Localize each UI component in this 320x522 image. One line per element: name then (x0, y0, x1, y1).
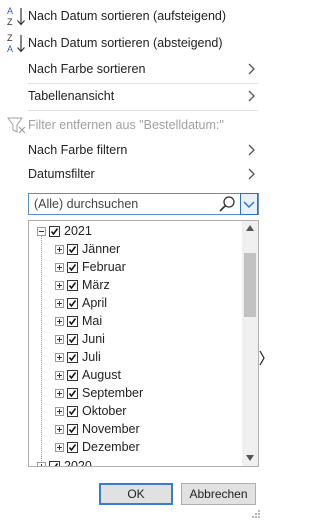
checkbox-checked[interactable] (67, 351, 78, 363)
filter-value-tree[interactable]: 2021 Jänner Februar März April Mai Juni Juli Au… (28, 220, 259, 467)
tree-node-label: Dezember (82, 440, 140, 454)
tree-node-label: Oktober (82, 404, 127, 418)
scroll-up-icon (246, 225, 254, 231)
separator (28, 110, 258, 111)
tree-node-month[interactable]: Februar (55, 258, 126, 276)
sort-descending-label: Nach Datum sortieren (absteigend) (28, 36, 223, 50)
tree-node-month[interactable]: Jänner (55, 240, 120, 258)
tree-node-month[interactable]: März (55, 276, 110, 294)
table-view-label: Tabellenansicht (28, 89, 115, 103)
date-filter-label: Datumsfilter (28, 167, 95, 181)
checkbox-checked[interactable] (67, 441, 78, 453)
expand-icon[interactable] (55, 370, 64, 380)
sort-descending-item[interactable]: Z A Nach Datum sortieren (absteigend) (0, 30, 264, 56)
sort-by-color-label: Nach Farbe sortieren (28, 62, 146, 76)
tree-node-label: August (82, 368, 121, 382)
checkbox-checked[interactable] (67, 261, 78, 273)
chevron-right-icon (246, 143, 256, 157)
expand-icon[interactable] (55, 406, 64, 416)
tree-node-month[interactable]: Juli (55, 348, 101, 366)
svg-text:A: A (7, 6, 13, 16)
svg-text:Z: Z (7, 17, 13, 27)
checkbox-checked[interactable] (67, 423, 78, 435)
sort-descending-icon: Z A (6, 31, 28, 55)
tree-node-month[interactable]: September (55, 384, 143, 402)
checkbox-checked[interactable] (67, 297, 78, 309)
expand-icon[interactable] (55, 352, 64, 362)
tree-node-label: März (82, 278, 110, 292)
table-view-item[interactable]: Tabellenansicht (0, 83, 264, 109)
checkbox-checked[interactable] (67, 405, 78, 417)
checkbox-checked[interactable] (67, 315, 78, 327)
tree-node-month[interactable]: August (55, 366, 121, 384)
expand-icon[interactable] (55, 442, 64, 452)
collapse-icon[interactable] (37, 226, 46, 236)
scrollbar-thumb[interactable] (244, 253, 256, 317)
expand-icon[interactable] (55, 280, 64, 290)
tree-node-2021[interactable]: 2021 (37, 222, 92, 240)
clear-filter-item: Filter entfernen aus "Bestelldatum:" (0, 112, 264, 138)
expand-icon[interactable] (55, 334, 64, 344)
expand-icon[interactable] (55, 298, 64, 308)
tree-node-label: Jänner (82, 242, 121, 256)
svg-text:Z: Z (7, 33, 13, 43)
chevron-right-icon (246, 62, 256, 76)
ok-button[interactable]: OK (99, 483, 173, 505)
filter-by-color-label: Nach Farbe filtern (28, 143, 128, 157)
tree-node-month[interactable]: Dezember (55, 438, 140, 456)
checkbox-checked[interactable] (49, 460, 60, 466)
tree-node-label: September (82, 386, 144, 400)
filter-by-color-item[interactable]: Nach Farbe filtern (0, 137, 264, 163)
tree-scrollbar[interactable] (242, 221, 258, 466)
tree-node-label: Juli (82, 350, 101, 364)
cancel-button[interactable]: Abbrechen (181, 483, 256, 505)
date-filter-item[interactable]: Datumsfilter (0, 161, 264, 187)
expand-icon[interactable] (55, 316, 64, 326)
checkbox-checked[interactable] (67, 387, 78, 399)
expand-icon[interactable] (55, 424, 64, 434)
cursor-icon (259, 350, 265, 366)
expand-icon[interactable] (55, 388, 64, 398)
resize-grip-icon[interactable] (251, 508, 261, 518)
tree-node-label: November (82, 422, 140, 436)
clear-filter-label: Filter entfernen aus "Bestelldatum:" (28, 118, 224, 132)
checkbox-checked[interactable] (67, 333, 78, 345)
checkbox-checked[interactable] (67, 243, 78, 255)
checkbox-checked[interactable] (49, 225, 60, 237)
svg-text:A: A (7, 44, 13, 54)
tree-node-month[interactable]: Mai (55, 312, 102, 330)
expand-icon[interactable] (55, 262, 64, 272)
search-input[interactable]: (Alle) durchsuchen (28, 193, 259, 215)
tree-node-month[interactable]: November (55, 420, 140, 438)
checkbox-checked[interactable] (67, 279, 78, 291)
tree-node-label: April (82, 296, 108, 310)
tree-node-month[interactable]: April (55, 294, 107, 312)
sort-ascending-icon: A Z (6, 4, 28, 28)
tree-node-label: Februar (82, 260, 126, 274)
tree-node-month[interactable]: Juni (55, 330, 105, 348)
cancel-button-label: Abbrechen (189, 487, 248, 501)
sort-by-color-item[interactable]: Nach Farbe sortieren (0, 56, 264, 82)
search-icon[interactable] (218, 195, 236, 213)
tree-node-month[interactable]: Oktober (55, 402, 126, 420)
tree-node-label: 2020 (64, 459, 92, 467)
checkbox-checked[interactable] (67, 369, 78, 381)
tree-node-label: Mai (82, 314, 103, 328)
expand-icon[interactable] (55, 244, 64, 254)
tree-node-2020[interactable]: 2020 (37, 457, 92, 467)
sort-ascending-label: Nach Datum sortieren (aufsteigend) (28, 9, 227, 23)
clear-filter-icon (6, 113, 28, 137)
tree-connector (41, 229, 43, 461)
tree-node-label: 2021 (64, 224, 92, 238)
ok-button-label: OK (127, 487, 145, 501)
search-placeholder: (Alle) durchsuchen (34, 197, 139, 211)
chevron-right-icon (246, 89, 256, 103)
chevron-right-icon (246, 167, 256, 181)
sort-ascending-item[interactable]: A Z Nach Datum sortieren (aufsteigend) (0, 3, 264, 29)
search-dropdown-button[interactable] (240, 193, 258, 215)
scroll-down-icon (246, 455, 254, 461)
tree-node-label: Juni (82, 332, 105, 346)
expand-icon[interactable] (37, 461, 46, 466)
